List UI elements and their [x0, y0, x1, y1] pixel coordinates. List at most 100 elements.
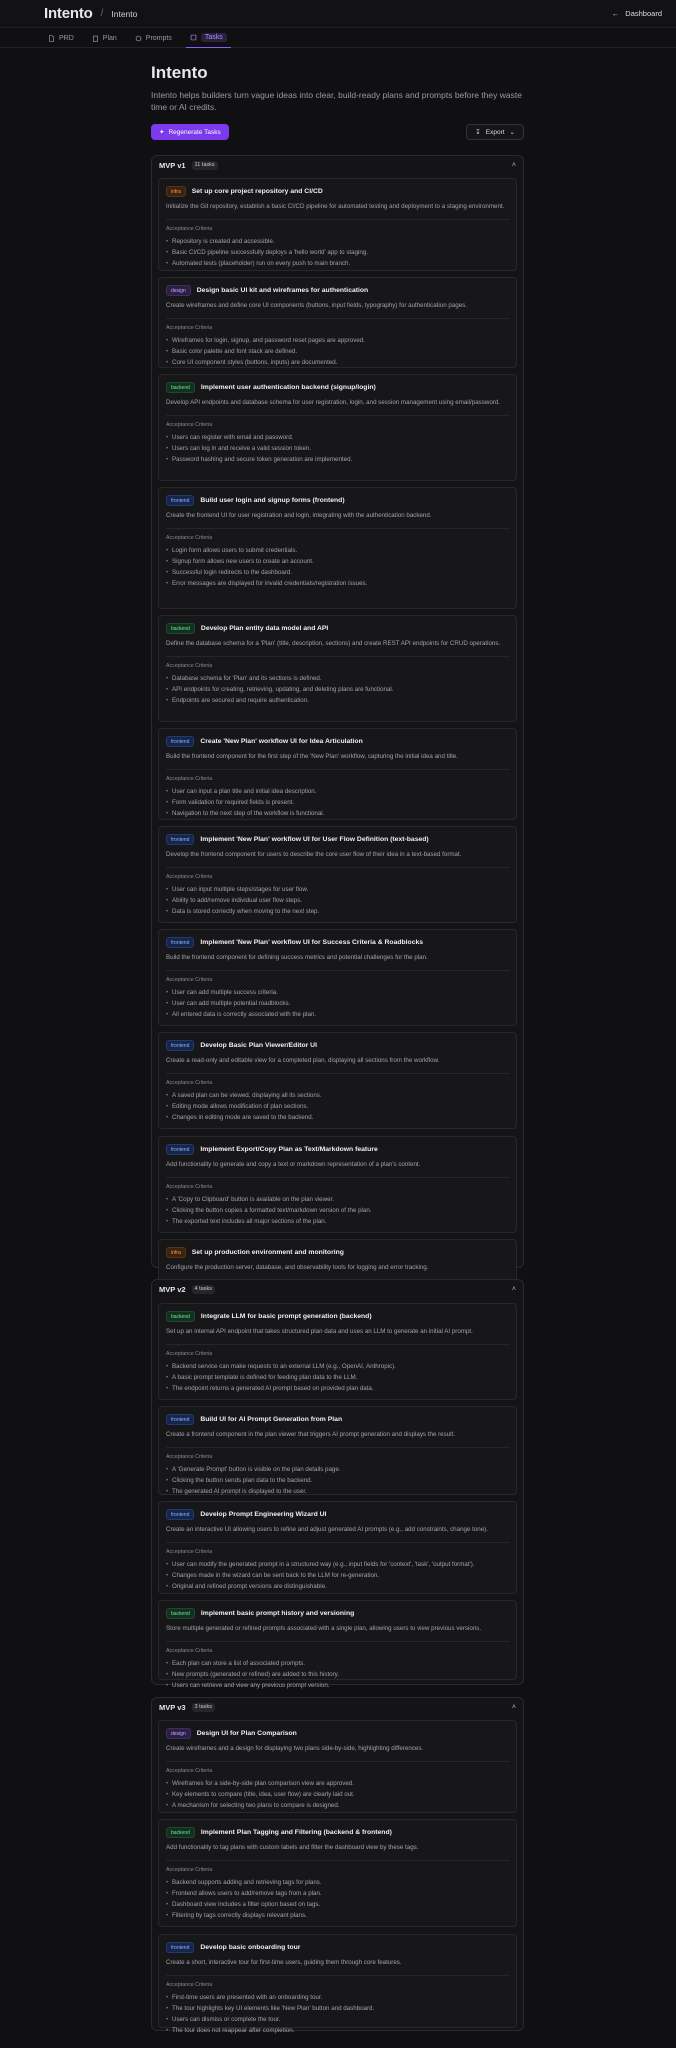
criterion-item: Users can dismiss or complete the tour. — [166, 2014, 510, 2025]
chevron-up-icon[interactable]: ˄ — [512, 1286, 516, 1293]
divider — [166, 969, 510, 971]
task-card-header: backend Implement Plan Tagging and Filter… — [166, 1827, 510, 1838]
task-description: Define the database schema for a 'Plan' … — [166, 640, 501, 647]
task-title: Implement basic prompt history and versi… — [200, 1610, 355, 1617]
section-header[interactable]: MVP v2 4 tasks ˄ — [152, 1280, 523, 1298]
acceptance-criteria-label: Acceptance Criteria — [166, 1453, 213, 1460]
category-badge: infra — [166, 186, 186, 197]
criterion-item: Repository is created and accessible. — [166, 236, 510, 247]
criterion-item: A 'Copy to Clipboard' button is availabl… — [166, 1194, 510, 1205]
chevron-up-icon[interactable]: ˄ — [512, 162, 516, 169]
criterion-item: User can add multiple success criteria. — [166, 987, 510, 998]
breadcrumb-project[interactable]: Intento — [111, 9, 137, 19]
criterion-item: Basic color palette and font stack are d… — [166, 346, 510, 357]
criterion-item: Frontend allows users to add/remove tags… — [166, 1888, 510, 1899]
category-badge: frontend — [166, 1040, 195, 1051]
section-header[interactable]: MVP v3 3 tasks ˄ — [152, 1698, 523, 1716]
acceptance-criteria-label: Acceptance Criteria — [166, 873, 213, 880]
task-card-header: design Design basic UI kit and wireframes… — [166, 285, 510, 296]
criterion-item: A mechanism for selecting two plans to c… — [166, 1800, 510, 1811]
tab-tasks[interactable]: Tasks — [185, 33, 231, 48]
task-title: Design basic UI kit and wireframes for a… — [196, 287, 369, 294]
tab-plan[interactable]: Plan — [92, 35, 117, 47]
chevron-up-icon[interactable]: ˄ — [512, 1704, 516, 1711]
tab-bar: PRD Plan Prompts Tasks — [0, 28, 676, 48]
task-card-header: design Design UI for Plan Comparison — [166, 1728, 510, 1739]
divider — [166, 1640, 510, 1642]
divider — [166, 655, 510, 657]
regenerate-tasks-button[interactable]: ✦ Regenerate Tasks — [151, 124, 229, 140]
criterion-item: Signup form allows new users to create a… — [166, 556, 510, 567]
sparkle-icon: ✦ — [159, 129, 165, 136]
tab-prd[interactable]: PRD — [48, 35, 74, 47]
divider — [166, 1343, 510, 1345]
criterion-item: The generated AI prompt is displayed to … — [166, 1486, 510, 1497]
criterion-item: Wireframes for login, signup, and passwo… — [166, 335, 510, 346]
category-badge: frontend — [166, 1414, 195, 1425]
task-card-header: backend Implement user authentication bac… — [166, 382, 510, 393]
tab-prompts[interactable]: Prompts — [135, 35, 172, 47]
task-description: Create wireframes and define core UI com… — [166, 302, 467, 309]
acceptance-criteria-label: Acceptance Criteria — [166, 1767, 213, 1774]
task-description: Add functionality to tag plans with cust… — [166, 1844, 419, 1851]
back-to-dashboard-link[interactable]: ← Dashboard — [612, 9, 662, 18]
task-card-header: infra Set up production environment and m… — [166, 1247, 510, 1258]
task-card: frontend Create 'New Plan' workflow UI fo… — [158, 728, 517, 820]
criterion-item: Users can log in and receive a valid ses… — [166, 443, 510, 454]
acceptance-criteria-label: Acceptance Criteria — [166, 1981, 213, 1988]
divider — [166, 1760, 510, 1762]
task-title: Develop Plan entity data model and API — [200, 625, 329, 632]
task-title: Implement user authentication backend (s… — [200, 384, 376, 391]
task-title: Build UI for AI Prompt Generation from P… — [200, 1416, 343, 1423]
export-button[interactable]: ↧ Export ⌄ — [466, 124, 524, 140]
category-badge: frontend — [166, 834, 195, 845]
acceptance-criteria-label: Acceptance Criteria — [166, 775, 213, 782]
task-card-header: frontend Build user login and signup form… — [166, 495, 510, 506]
task-description: Store multiple generated or refined prom… — [166, 1625, 482, 1632]
criterion-item: Editing mode allows modification of plan… — [166, 1101, 510, 1112]
criterion-item: Automated tests (placeholder) run on eve… — [166, 258, 510, 269]
category-badge: backend — [166, 1827, 195, 1838]
section-title: MVP v1 — [159, 160, 186, 170]
criterion-item: Backend service can make requests to an … — [166, 1361, 510, 1372]
section-header[interactable]: MVP v1 11 tasks ˄ — [152, 156, 523, 174]
task-card-header: frontend Develop basic onboarding tour — [166, 1942, 510, 1953]
export-label: Export — [485, 128, 505, 136]
category-badge: design — [166, 285, 191, 296]
criterion-item: User can add multiple potential roadbloc… — [166, 998, 510, 1009]
task-card: backend Implement Plan Tagging and Filter… — [158, 1819, 517, 1927]
task-card: design Design basic UI kit and wireframes… — [158, 277, 517, 368]
task-description: Develop the frontend component for users… — [166, 851, 462, 858]
category-badge: backend — [166, 1311, 195, 1322]
criterion-item: Users can retrieve and view any previous… — [166, 1680, 510, 1691]
task-description: Configure the production server, databas… — [166, 1264, 429, 1271]
tab-label: Tasks — [200, 33, 227, 42]
acceptance-criteria-label: Acceptance Criteria — [166, 662, 213, 669]
action-row: ✦ Regenerate Tasks ↧ Export ⌄ — [151, 124, 524, 140]
task-card: frontend Implement 'New Plan' workflow UI… — [158, 929, 517, 1026]
criterion-item: User can modify the generated prompt in … — [166, 1559, 510, 1570]
criterion-item: Database schema for 'Plan' and its secti… — [166, 673, 510, 684]
task-card-header: backend Implement basic prompt history an… — [166, 1608, 510, 1619]
task-title: Integrate LLM for basic prompt generatio… — [200, 1313, 372, 1320]
task-description: Create the frontend UI for user registra… — [166, 512, 432, 519]
criterion-item: Clicking the button sends plan data to t… — [166, 1475, 510, 1486]
task-title: Build user login and signup forms (front… — [200, 497, 345, 504]
task-card: frontend Build user login and signup form… — [158, 487, 517, 609]
category-badge: infra — [166, 1247, 186, 1258]
divider — [166, 866, 510, 868]
tab-label: Prompts — [145, 35, 172, 42]
task-description: Create an interactive UI allowing users … — [166, 1526, 488, 1533]
acceptance-criteria-label: Acceptance Criteria — [166, 421, 213, 428]
category-badge: frontend — [166, 736, 195, 747]
task-card-header: frontend Create 'New Plan' workflow UI fo… — [166, 736, 510, 747]
logo[interactable]: Intento — [44, 5, 93, 22]
criterion-item: User can input multiple steps/stages for… — [166, 884, 510, 895]
criterion-item: All entered data is correctly associated… — [166, 1009, 510, 1020]
criterion-item: A basic prompt template is defined for f… — [166, 1372, 510, 1383]
task-title: Develop Basic Plan Viewer/Editor UI — [200, 1042, 317, 1049]
task-card-header: frontend Implement Export/Copy Plan as Te… — [166, 1144, 510, 1155]
category-badge: design — [166, 1728, 191, 1739]
criterion-item: Error messages are displayed for invalid… — [166, 578, 510, 589]
task-card: frontend Develop basic onboarding tour Cre… — [158, 1934, 517, 2037]
